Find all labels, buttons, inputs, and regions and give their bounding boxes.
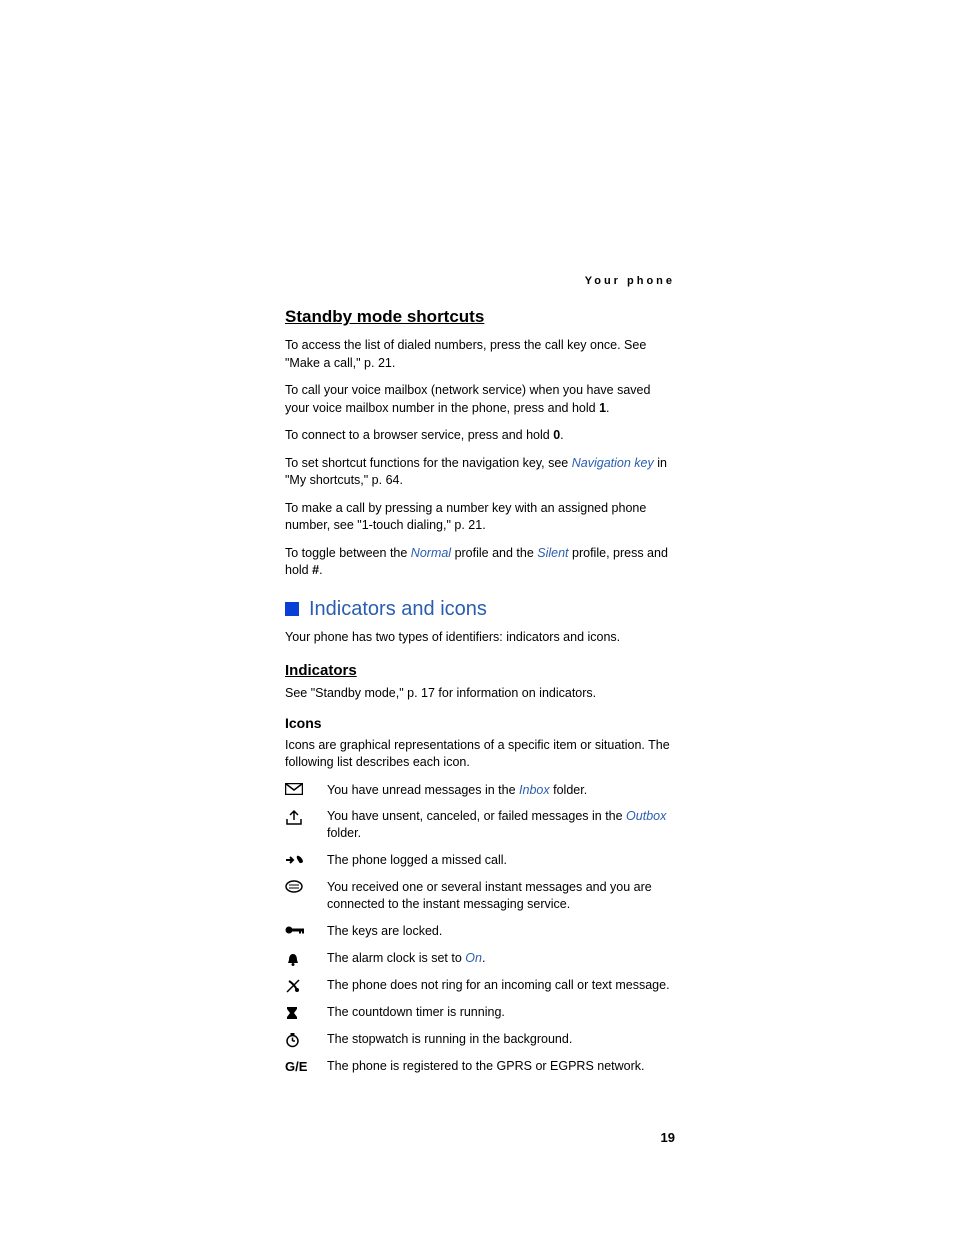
paragraph: To access the list of dialed numbers, pr… — [285, 337, 675, 372]
instant-message-icon — [285, 879, 327, 893]
heading-icons: Icons — [285, 715, 675, 731]
square-bullet-icon — [285, 602, 299, 616]
text: The alarm clock is set to — [327, 951, 465, 965]
icon-description: The alarm clock is set to On. — [327, 950, 675, 967]
icon-row: G/E The phone is registered to the GPRS … — [285, 1058, 675, 1075]
section-heading: Indicators and icons — [285, 598, 675, 621]
text: You have unsent, canceled, or failed mes… — [327, 809, 626, 823]
paragraph: See "Standby mode," p. 17 for informatio… — [285, 685, 675, 703]
icon-row: You have unread messages in the Inbox fo… — [285, 782, 675, 799]
section-title: Indicators and icons — [309, 598, 487, 621]
keylock-icon — [285, 923, 327, 936]
icon-row: The alarm clock is set to On. — [285, 950, 675, 967]
icon-row: The stopwatch is running in the backgrou… — [285, 1031, 675, 1048]
text: folder. — [327, 826, 361, 840]
text: . — [482, 951, 485, 965]
text: To call your voice mailbox (network serv… — [285, 383, 650, 415]
icon-description: The phone logged a missed call. — [327, 852, 675, 869]
missed-call-icon — [285, 852, 327, 867]
icon-description: The stopwatch is running in the backgrou… — [327, 1031, 675, 1048]
icon-description: You received one or several instant mess… — [327, 879, 675, 913]
icon-row: The phone does not ring for an incoming … — [285, 977, 675, 994]
document-page: Your phone Standby mode shortcuts To acc… — [285, 275, 675, 1085]
text: . — [319, 563, 322, 577]
outbox-icon — [285, 808, 327, 825]
paragraph: To make a call by pressing a number key … — [285, 500, 675, 535]
icon-row: The keys are locked. — [285, 923, 675, 940]
icon-row: The countdown timer is running. — [285, 1004, 675, 1021]
page-number: 19 — [661, 1130, 675, 1145]
link-inbox[interactable]: Inbox — [519, 783, 550, 797]
icon-description: You have unread messages in the Inbox fo… — [327, 782, 675, 799]
silent-icon — [285, 977, 327, 994]
text: To set shortcut functions for the naviga… — [285, 456, 572, 470]
paragraph: To set shortcut functions for the naviga… — [285, 455, 675, 490]
link-on[interactable]: On — [465, 951, 482, 965]
text: . — [606, 401, 609, 415]
text: folder. — [550, 783, 588, 797]
link-silent-profile[interactable]: Silent — [537, 546, 568, 560]
paragraph: Icons are graphical representations of a… — [285, 737, 675, 772]
ge-text: G/E — [285, 1059, 307, 1074]
paragraph: Your phone has two types of identifiers:… — [285, 629, 675, 647]
key-label: 1 — [599, 401, 606, 415]
icon-description: The phone is registered to the GPRS or E… — [327, 1058, 675, 1075]
text: profile and the — [451, 546, 537, 560]
icon-row: The phone logged a missed call. — [285, 852, 675, 869]
text: . — [560, 428, 563, 442]
envelope-icon — [285, 782, 327, 795]
icon-row: You have unsent, canceled, or failed mes… — [285, 808, 675, 842]
icon-description: You have unsent, canceled, or failed mes… — [327, 808, 675, 842]
text: To connect to a browser service, press a… — [285, 428, 553, 442]
heading-standby-shortcuts: Standby mode shortcuts — [285, 307, 675, 327]
text: You have unread messages in the — [327, 783, 519, 797]
paragraph: To connect to a browser service, press a… — [285, 427, 675, 445]
icon-row: You received one or several instant mess… — [285, 879, 675, 913]
paragraph: To toggle between the Normal profile and… — [285, 545, 675, 580]
page-header: Your phone — [285, 275, 675, 287]
timer-icon — [285, 1004, 327, 1021]
heading-indicators: Indicators — [285, 662, 675, 679]
paragraph: To call your voice mailbox (network serv… — [285, 382, 675, 417]
icon-table: You have unread messages in the Inbox fo… — [285, 782, 675, 1075]
gprs-egprs-icon: G/E — [285, 1058, 327, 1074]
stopwatch-icon — [285, 1031, 327, 1048]
link-outbox[interactable]: Outbox — [626, 809, 666, 823]
icon-description: The keys are locked. — [327, 923, 675, 940]
icon-description: The countdown timer is running. — [327, 1004, 675, 1021]
text: To toggle between the — [285, 546, 411, 560]
alarm-icon — [285, 950, 327, 967]
link-navigation-key[interactable]: Navigation key — [572, 456, 654, 470]
link-normal-profile[interactable]: Normal — [411, 546, 451, 560]
icon-description: The phone does not ring for an incoming … — [327, 977, 675, 994]
